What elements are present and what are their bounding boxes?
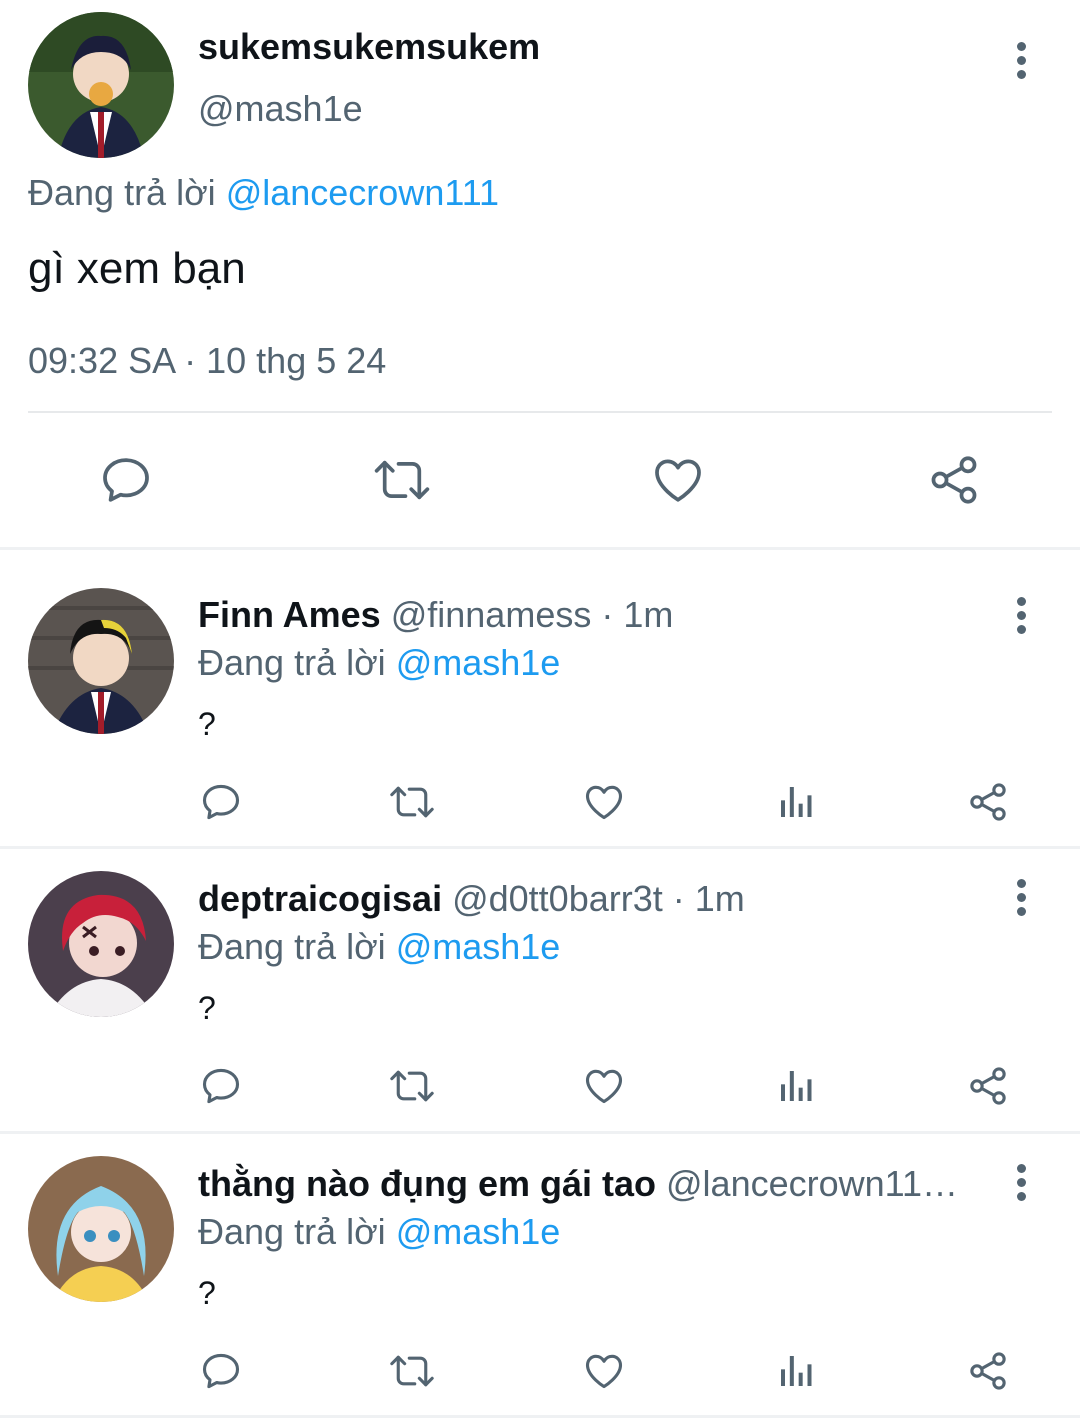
replying-to-label: Đang trả lời bbox=[198, 642, 386, 683]
share-icon bbox=[966, 1064, 1010, 1108]
tweet-text: ? bbox=[198, 1275, 216, 1311]
user-handle[interactable]: @finnamess bbox=[391, 594, 592, 635]
display-name[interactable]: sukemsukemsukem bbox=[198, 26, 540, 68]
retweet-button[interactable] bbox=[382, 1056, 442, 1116]
reply-header: deptraicogisai @d0tt0barr3t · 1m bbox=[198, 878, 998, 920]
reply-tweet[interactable]: deptraicogisai @d0tt0barr3t · 1m Đang tr… bbox=[0, 849, 1080, 1131]
reply-tweet[interactable]: thằng nào đụng em gái tao @lancecrown11…… bbox=[0, 1134, 1080, 1418]
user-handle[interactable]: @mash1e bbox=[198, 88, 363, 130]
replying-to: Đang trả lời @mash1e bbox=[198, 642, 560, 684]
more-vertical-icon[interactable] bbox=[1001, 1152, 1041, 1212]
reply-header: Finn Ames @finnamess · 1m bbox=[198, 594, 998, 636]
retweet-icon bbox=[388, 1349, 436, 1393]
divider bbox=[28, 411, 1052, 413]
replying-to: Đang trả lời @mash1e bbox=[198, 926, 560, 968]
share-icon bbox=[926, 452, 982, 508]
reply-button[interactable] bbox=[191, 1341, 251, 1401]
user-handle[interactable]: @lancecrown11… bbox=[666, 1163, 958, 1204]
like-button[interactable] bbox=[638, 440, 718, 520]
views-icon bbox=[776, 782, 816, 822]
tweet-text: ? bbox=[198, 990, 216, 1026]
share-icon bbox=[966, 1349, 1010, 1393]
mention-link[interactable]: @mash1e bbox=[396, 642, 561, 683]
more-vertical-icon[interactable] bbox=[1001, 30, 1041, 90]
replying-to: Đang trả lời @mash1e bbox=[198, 1211, 560, 1253]
replying-to-label: Đang trả lời bbox=[198, 926, 386, 967]
main-tweet: sukemsukemsukem @mash1e Đang trả lời @la… bbox=[0, 0, 1080, 548]
reply-button[interactable] bbox=[86, 440, 166, 520]
reply-header: thằng nào đụng em gái tao @lancecrown11… bbox=[198, 1163, 998, 1205]
avatar[interactable] bbox=[28, 588, 174, 734]
share-button[interactable] bbox=[914, 440, 994, 520]
like-button[interactable] bbox=[574, 772, 634, 832]
mention-link[interactable]: @lancecrown111 bbox=[226, 172, 499, 213]
tweet-actions bbox=[0, 1056, 1080, 1116]
share-button[interactable] bbox=[958, 772, 1018, 832]
heart-icon bbox=[581, 1064, 627, 1108]
views-icon bbox=[776, 1351, 816, 1391]
display-name[interactable]: Finn Ames bbox=[198, 594, 381, 635]
views-button[interactable] bbox=[766, 1056, 826, 1116]
reply-icon bbox=[199, 780, 243, 824]
retweet-icon bbox=[388, 1064, 436, 1108]
tweet-timestamp: 09:32 SA · 10 thg 5 24 bbox=[28, 340, 387, 381]
reply-icon bbox=[199, 1349, 243, 1393]
heart-icon bbox=[649, 452, 707, 508]
retweet-button[interactable] bbox=[362, 440, 442, 520]
like-button[interactable] bbox=[574, 1341, 634, 1401]
share-button[interactable] bbox=[958, 1341, 1018, 1401]
reply-icon bbox=[199, 1064, 243, 1108]
avatar[interactable] bbox=[28, 12, 174, 158]
heart-icon bbox=[581, 780, 627, 824]
views-button[interactable] bbox=[766, 772, 826, 832]
replying-to-label: Đang trả lời bbox=[198, 1211, 386, 1252]
reply-tweet[interactable]: Finn Ames @finnamess · 1m Đang trả lời @… bbox=[0, 550, 1080, 846]
retweet-button[interactable] bbox=[382, 772, 442, 832]
share-button[interactable] bbox=[958, 1056, 1018, 1116]
reply-button[interactable] bbox=[191, 772, 251, 832]
reply-time: · 1m bbox=[601, 594, 674, 635]
tweet-actions bbox=[0, 1341, 1080, 1401]
reply-icon bbox=[98, 452, 154, 508]
views-button[interactable] bbox=[766, 1341, 826, 1401]
mention-link[interactable]: @mash1e bbox=[396, 1211, 561, 1252]
retweet-icon bbox=[388, 780, 436, 824]
avatar[interactable] bbox=[28, 1156, 174, 1302]
tweet-text: gì xem bạn bbox=[28, 244, 246, 293]
reply-button[interactable] bbox=[191, 1056, 251, 1116]
retweet-button[interactable] bbox=[382, 1341, 442, 1401]
tweet-actions bbox=[0, 772, 1080, 832]
share-icon bbox=[966, 780, 1010, 824]
replying-to: Đang trả lời @lancecrown111 bbox=[28, 172, 499, 214]
replying-to-label: Đang trả lời bbox=[28, 172, 216, 213]
tweet-actions bbox=[0, 440, 1080, 524]
heart-icon bbox=[581, 1349, 627, 1393]
more-vertical-icon[interactable] bbox=[1001, 585, 1041, 645]
tweet-text: ? bbox=[198, 706, 216, 742]
avatar[interactable] bbox=[28, 871, 174, 1017]
more-vertical-icon[interactable] bbox=[1001, 867, 1041, 927]
display-name[interactable]: deptraicogisai bbox=[198, 878, 442, 919]
display-name[interactable]: thằng nào đụng em gái tao bbox=[198, 1163, 656, 1204]
user-handle[interactable]: @d0tt0barr3t bbox=[452, 878, 663, 919]
reply-time: · 1m bbox=[672, 878, 745, 919]
retweet-icon bbox=[372, 452, 432, 508]
like-button[interactable] bbox=[574, 1056, 634, 1116]
views-icon bbox=[776, 1066, 816, 1106]
mention-link[interactable]: @mash1e bbox=[396, 926, 561, 967]
